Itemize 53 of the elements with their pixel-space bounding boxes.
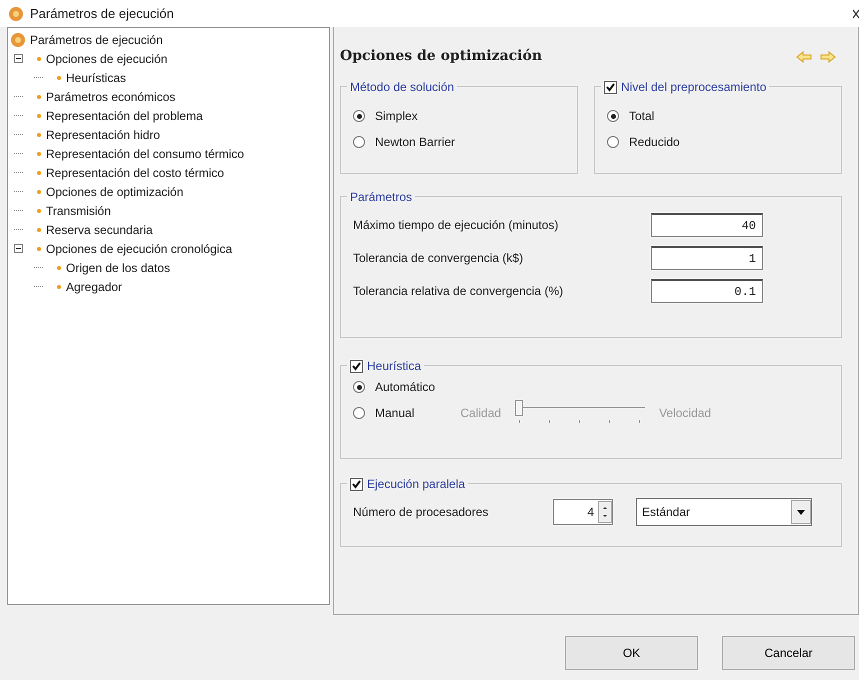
input-field[interactable]: 1 [651,246,763,270]
panel-title: Opciones de optimización [340,47,542,66]
checkbox[interactable] [350,360,363,372]
group-label: Método de solución [350,79,454,96]
group-label: Ejecución paralela [367,476,466,493]
tree-item[interactable]: Representación del problema [37,106,203,124]
caret-icon[interactable] [791,500,811,524]
radio-button[interactable] [353,407,365,419]
dropdown[interactable]: Estándar [636,498,812,526]
window-title: Parámetros de ejecución [30,4,174,23]
option-label: Total [629,108,654,125]
group-label: Nivel del preprocesamiento [621,79,766,96]
option-label: Manual [375,405,414,422]
input-field[interactable]: 0.1 [651,279,763,303]
dialog-button[interactable]: Cancelar [722,636,855,670]
tree-item[interactable]: Origen de los datos [57,258,170,276]
dialog-button[interactable]: OK [565,636,698,670]
field-label: Número de procesadores [353,504,490,521]
field-label: Máximo tiempo de ejecución (minutos) [353,217,560,234]
group-label: Heurística [367,358,422,375]
radio-button[interactable] [607,136,619,148]
tree-item[interactable]: Parámetros de ejecución [30,30,163,48]
radio-button[interactable] [353,381,365,393]
close-icon[interactable] [853,8,859,18]
checkbox[interactable] [350,478,363,490]
tree-item[interactable]: Heurísticas [57,68,126,86]
tree-item[interactable]: Agregador [57,278,122,296]
tree-item[interactable]: Transmisión [37,202,111,220]
radio-button[interactable] [353,136,365,148]
tree-item[interactable]: Opciones de ejecución [37,50,168,68]
tree-item[interactable]: Parámetros económicos [37,88,176,106]
tree-item[interactable]: Representación del costo térmico [37,164,224,182]
slider-label: Calidad [460,405,502,422]
field-label: Tolerancia de convergencia (k$) [353,250,524,267]
option-label: Newton Barrier [375,134,456,151]
radio-button[interactable] [353,110,365,122]
number-spinner[interactable]: 4 [553,499,613,525]
tree-item[interactable]: Opciones de optimización [37,182,184,200]
tree-item[interactable]: Reserva secundaria [37,220,153,238]
input-field[interactable]: 40 [651,213,763,237]
group-label: Parámetros [350,189,412,206]
option-label: Simplex [375,108,418,125]
tree-item[interactable]: Representación hidro [37,126,160,144]
field-label: Tolerancia relativa de convergencia (%) [353,283,564,300]
slider-label: Velocidad [659,405,712,422]
option-label: Automático [375,379,436,396]
collapse-icon[interactable] [14,244,23,253]
tree-item[interactable]: Opciones de ejecución cronológica [37,240,232,258]
checkbox[interactable] [604,80,617,94]
radio-button[interactable] [607,110,619,122]
option-label: Reducido [629,134,680,151]
tree-item[interactable]: Representación del consumo térmico [37,144,244,162]
collapse-icon[interactable] [14,54,23,63]
